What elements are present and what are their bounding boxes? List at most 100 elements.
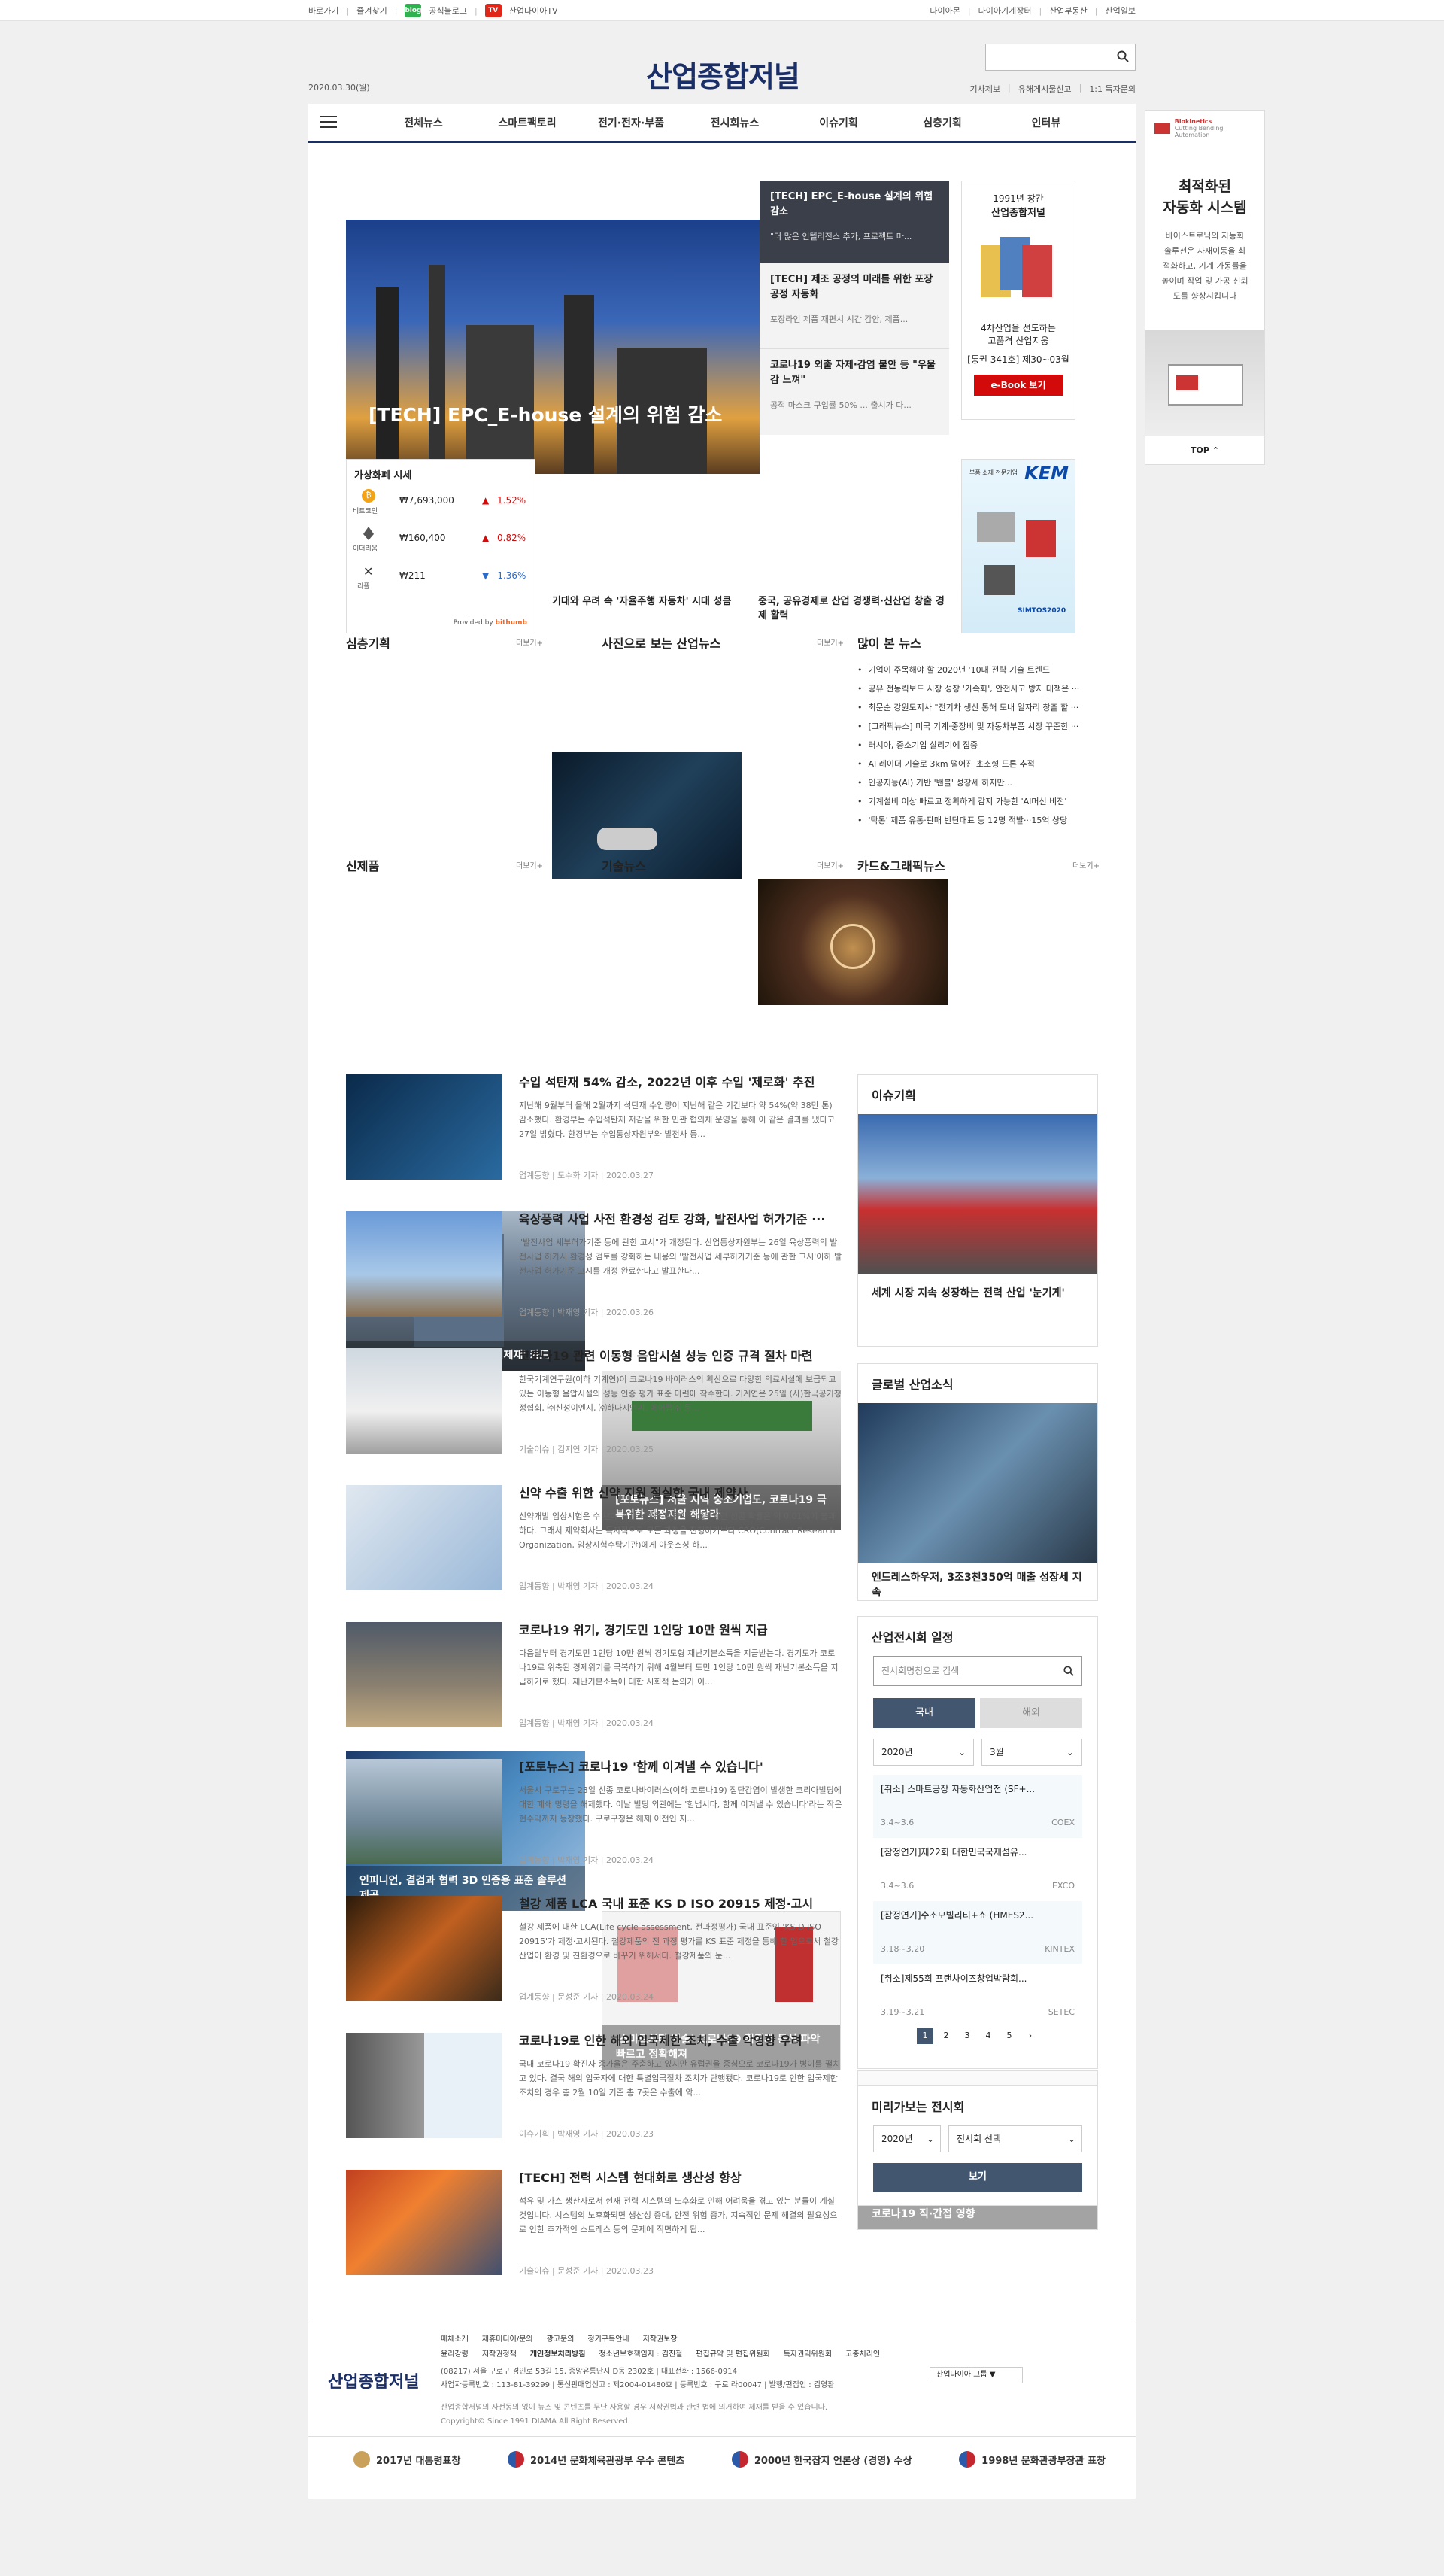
section-title-newprod[interactable]: 신제품 <box>346 856 379 874</box>
section-title-deep[interactable]: 심층기획 <box>346 633 390 652</box>
footer-link[interactable]: 저작권정책 <box>482 2347 517 2359</box>
card-image-autonomous[interactable] <box>552 752 742 879</box>
footer-link[interactable]: 독자권익위원회 <box>784 2347 832 2359</box>
article-item[interactable]: 코로나19로 인한 해외 입국제한 조치, 수출 악영향 우려 국내 코로나19… <box>346 2033 842 2153</box>
family-link-2[interactable]: 다이아기계장터 <box>978 5 1032 17</box>
popular-news-item[interactable]: 최문순 강원도지사 "전기차 생산 통해 도내 일자리 창출 할 ··· <box>857 698 1098 717</box>
card-title-autonomous[interactable]: 기대와 우려 속 '자율주행 자동차' 시대 성큼 <box>552 594 742 609</box>
global-title[interactable]: 글로벌 산업소식 <box>858 1364 1097 1403</box>
bookmark-link[interactable]: 즐겨찾기 <box>356 5 387 17</box>
article-title[interactable]: [TECH] 전력 시스템 현대화로 생산성 향상 <box>519 2170 842 2186</box>
global-caption[interactable]: 엔드레스하우저, 3조3천350억 매출 성장세 지속 <box>872 1570 1085 1600</box>
article-title[interactable]: 코로나19 위기, 경기도민 1인당 10만 원씩 지급 <box>519 1622 842 1639</box>
tab-domestic[interactable]: 국내 <box>873 1698 975 1728</box>
global-image[interactable] <box>858 1403 1097 1563</box>
top-button[interactable]: TOP ⌃ <box>1145 436 1264 464</box>
nav-all-news[interactable]: 전체뉴스 <box>372 104 475 143</box>
inquiry-link[interactable]: 1:1 독자문의 <box>1089 83 1136 95</box>
page-2[interactable]: 2 <box>938 2028 954 2044</box>
blog-link[interactable]: 공식블로그 <box>429 5 467 17</box>
tv-link[interactable]: 산업다이아TV <box>509 5 558 17</box>
family-link-3[interactable]: 산업부동산 <box>1049 5 1088 17</box>
article-title[interactable]: 코로나19로 인한 해외 입국제한 조치, 수출 악영향 우려 <box>519 2033 842 2049</box>
top-story-item-2[interactable]: [TECH] 제조 공정의 미래를 위한 포장공정 자동화 포장라인 제품 재편… <box>760 263 949 349</box>
article-title[interactable]: 철강 제품 LCA 국내 표준 KS D ISO 20915 제정·고시 <box>519 1896 842 1912</box>
nav-electronics[interactable]: 전기·전자·부품 <box>579 104 683 143</box>
more-link-photo[interactable]: 더보기+ <box>817 636 844 648</box>
article-item[interactable]: 수입 석탄재 54% 감소, 2022년 이후 수입 '제로화' 추진 지난해 … <box>346 1074 842 1195</box>
footer-link[interactable]: 개인정보처리방침 <box>530 2347 586 2359</box>
search-icon[interactable] <box>1063 1666 1074 1676</box>
article-title[interactable]: [포토뉴스] 코로나19 '함께 이겨낼 수 있습니다' <box>519 1759 842 1776</box>
nav-smart-factory[interactable]: 스마트팩토리 <box>475 104 579 143</box>
preview-year-select[interactable]: 2020년 ⌄ <box>873 2125 941 2152</box>
ebook-button[interactable]: e-Book 보기 <box>974 375 1063 396</box>
page-4[interactable]: 4 <box>980 2028 997 2044</box>
year-select[interactable]: 2020년 ⌄ <box>873 1739 974 1766</box>
top-story-image[interactable]: [TECH] EPC_E-house 설계의 위험 감소 <box>346 220 760 474</box>
preview-expo-select[interactable]: 전시회 선택 ⌄ <box>948 2125 1082 2152</box>
section-title-photo[interactable]: 사진으로 보는 산업뉴스 <box>602 633 720 652</box>
issue-caption[interactable]: 세계 시장 지속 성장하는 전력 산업 '눈기게' <box>872 1286 1085 1301</box>
popular-news-item[interactable]: [그래픽뉴스] 미국 기계·중장비 및 자동차부품 시장 꾸준한 ··· <box>857 717 1098 736</box>
top-story-item-1[interactable]: [TECH] EPC_E-house 설계의 위험 감소 "더 많은 인텔리전스… <box>760 181 949 263</box>
article-title[interactable]: 신약 수출 위한 신약 지원 절실한 국내 제약사 <box>519 1485 842 1502</box>
footer-link[interactable]: 정기구독안내 <box>587 2332 629 2344</box>
footer-link[interactable]: 저작권보장 <box>643 2332 678 2344</box>
popular-news-item[interactable]: 러시아, 중소기업 살리기에 집중 <box>857 736 1098 755</box>
site-logo[interactable]: 산업종합저널 <box>636 53 809 95</box>
more-link-deep[interactable]: 더보기+ <box>516 636 543 648</box>
footer-link[interactable]: 광고문의 <box>547 2332 575 2344</box>
card-image-sharing[interactable] <box>758 879 948 1005</box>
article-item[interactable]: 철강 제품 LCA 국내 표준 KS D ISO 20915 제정·고시 철강 … <box>346 1896 842 2016</box>
page-5[interactable]: 5 <box>1001 2028 1018 2044</box>
more-link-tech[interactable]: 더보기+ <box>817 859 844 870</box>
footer-link[interactable]: 매체소개 <box>441 2332 469 2344</box>
article-title[interactable]: 코로나19 관련 이동형 음압시설 성능 인증 규격 절차 마련 <box>519 1348 842 1365</box>
article-thumb[interactable] <box>346 1074 502 1180</box>
popular-news-item[interactable]: 공유 전동킥보드 시장 성장 '가속화', 안전사고 방지 대책은 ··· <box>857 679 1098 698</box>
footer-logo[interactable]: 산업종합저널 <box>328 2368 419 2392</box>
nav-deep[interactable]: 심층기획 <box>890 104 994 143</box>
issue-image[interactable] <box>858 1114 1097 1274</box>
nav-issue[interactable]: 이슈기획 <box>787 104 890 143</box>
article-thumb[interactable] <box>346 2033 502 2138</box>
article-title[interactable]: 수입 석탄재 54% 감소, 2022년 이후 수입 '제로화' 추진 <box>519 1074 842 1091</box>
preview-view-button[interactable]: 보기 <box>873 2163 1082 2192</box>
family-link-4[interactable]: 산업일보 <box>1106 5 1136 17</box>
section-title-tech[interactable]: 기술뉴스 <box>602 856 646 874</box>
article-thumb[interactable] <box>346 1759 502 1864</box>
popular-news-item[interactable]: 기업이 주목해야 할 2020년 '10대 전략 기술 트렌드' <box>857 661 1098 679</box>
footer-link[interactable]: 청소년보호책임자 : 김진철 <box>599 2347 682 2359</box>
article-thumb[interactable] <box>346 1896 502 2001</box>
popular-news-item[interactable]: 기계설비 이상 빠르고 정확하게 감지 가능한 'AI머신 비전' <box>857 792 1098 811</box>
article-thumb[interactable] <box>346 1485 502 1590</box>
article-thumb[interactable] <box>346 1622 502 1727</box>
tab-foreign[interactable]: 해외 <box>980 1698 1082 1728</box>
right-side-ad[interactable]: Biokinetics Cutting Bending Automation 최적… <box>1145 110 1265 465</box>
page-1[interactable]: 1 <box>917 2028 933 2044</box>
article-thumb[interactable] <box>346 1348 502 1454</box>
search-icon[interactable] <box>1117 50 1129 62</box>
footer-link[interactable]: 제휴미디어/문의 <box>482 2332 533 2344</box>
kem-ad[interactable]: 부품 소재 전문기업 KEM SIMTOS2020 <box>961 459 1075 633</box>
article-item[interactable]: [TECH] 전력 시스템 현대화로 생산성 향상 석유 및 가스 생산자로서 … <box>346 2170 842 2290</box>
popular-news-item[interactable]: '탁통' 제품 유통·판매 반단대표 등 12명 적발···15억 상당 <box>857 811 1098 830</box>
footer-link[interactable]: 윤리강령 <box>441 2347 469 2359</box>
expo-item[interactable]: [잠정연기]제22회 대한민국국제섬유... 3.4~3.6 EXCO <box>873 1838 1082 1901</box>
more-link-newprod[interactable]: 더보기+ <box>516 859 543 870</box>
article-item[interactable]: 코로나19 관련 이동형 음압시설 성능 인증 규격 절차 마련 한국기계연구원… <box>346 1348 842 1469</box>
article-item[interactable]: [포토뉴스] 코로나19 '함께 이겨낼 수 있습니다' 서울시 구로구는 23… <box>346 1759 842 1879</box>
family-link-1[interactable]: 다이아몬 <box>930 5 960 17</box>
expo-item[interactable]: [잠정연기]수소모빌리티+쇼 (HMES2... 3.18~3.20 KINTE… <box>873 1901 1082 1964</box>
harmful-report-link[interactable]: 유해게시물신고 <box>1018 83 1072 95</box>
family-site-select[interactable]: 산업다이아 그룹 ▼ <box>930 2367 1023 2383</box>
more-link-card[interactable]: 더보기+ <box>1072 859 1100 870</box>
expo-search-input[interactable]: 전시회명칭으로 검색 <box>873 1656 1082 1686</box>
article-title[interactable]: 육상풍력 사업 사전 환경성 검토 강화, 발전사업 허가기준 ··· <box>519 1211 842 1228</box>
footer-link[interactable]: 고충처리인 <box>845 2347 880 2359</box>
nav-exhibition[interactable]: 전시회뉴스 <box>683 104 787 143</box>
article-item[interactable]: 코로나19 위기, 경기도민 1인당 10만 원씩 지급 다음달부터 경기도민 … <box>346 1622 842 1742</box>
expo-item[interactable]: [취소]제55회 프랜차이즈창업박람회... 3.19~3.21 SETEC <box>873 1964 1082 2028</box>
popular-news-item[interactable]: AI 레이더 기술로 3km 떨어진 초소형 드론 추적 <box>857 755 1098 773</box>
